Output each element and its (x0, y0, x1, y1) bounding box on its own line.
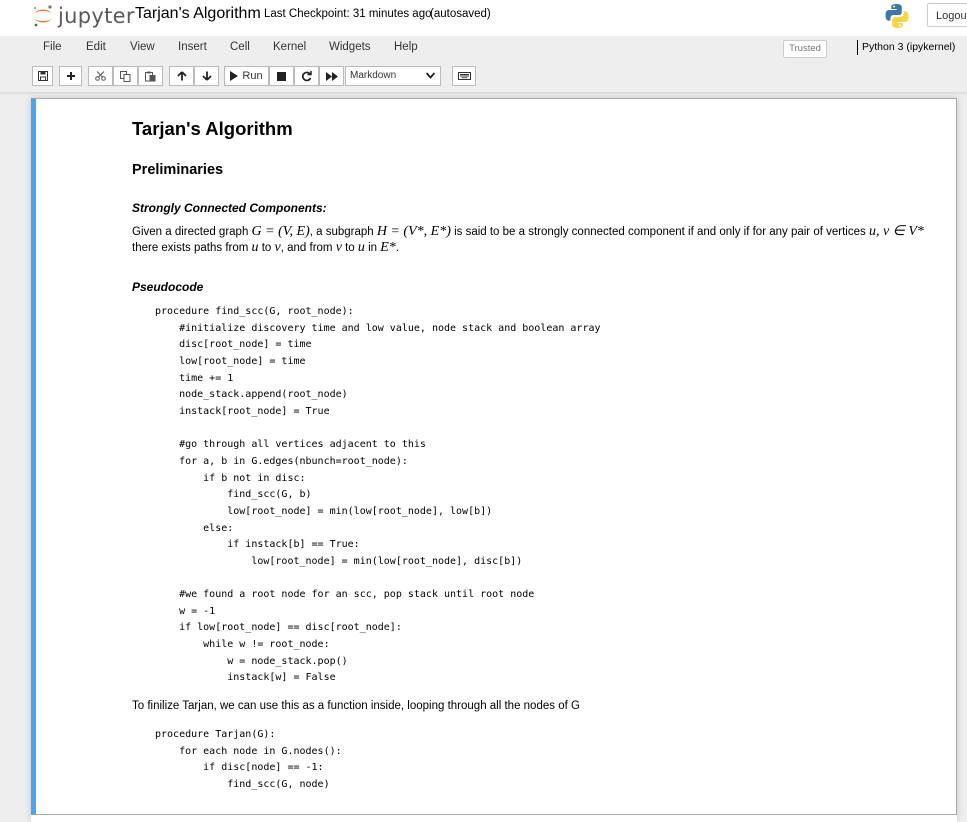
keyboard-icon (457, 72, 471, 80)
cell-type-select[interactable]: Markdown (345, 66, 441, 86)
math-u: u (251, 240, 259, 255)
jupyter-logo-text: jupyter (58, 4, 135, 28)
cut-button[interactable] (88, 66, 113, 86)
move-down-button[interactable] (194, 66, 219, 86)
save-button[interactable] (32, 66, 53, 86)
pseudocode-heading: Pseudocode (132, 280, 204, 294)
finalize-text: To finilize Tarjan, we can use this as a… (132, 700, 580, 712)
menu-edit[interactable]: Edit (86, 41, 106, 53)
definition-text: in (364, 242, 381, 254)
definition-text: , a subgraph (309, 226, 377, 238)
menu-kernel[interactable]: Kernel (273, 41, 306, 53)
python-logo-icon (885, 4, 909, 28)
python-logo (884, 3, 910, 34)
math-graph: G = (V, E) (251, 224, 310, 239)
trusted-indicator[interactable]: Trusted (783, 40, 827, 58)
kernel-name[interactable]: Python 3 (ipykernel) (862, 41, 955, 53)
arrow-up-icon (176, 71, 187, 81)
notebook-title: Tarjan's Algorithm (132, 118, 293, 139)
menu-help[interactable]: Help (394, 41, 418, 53)
command-palette-button[interactable] (452, 66, 476, 86)
definition-text: is said to be a strongly connected compo… (450, 226, 869, 238)
restart-run-all-button[interactable] (319, 66, 344, 86)
scc-heading: Strongly Connected Components: (132, 201, 327, 215)
copy-button[interactable] (113, 66, 138, 86)
checkpoint-status: Last Checkpoint: 31 minutes ago (264, 8, 432, 20)
insert-cell-button[interactable] (59, 66, 82, 86)
definition-text: there exists paths from (132, 242, 252, 254)
math-vertices: u, v ∈ V* (868, 224, 924, 239)
markdown-cell[interactable]: Tarjan's Algorithm Preliminaries Strongl… (31, 98, 957, 815)
jupyter-logo[interactable]: jupyter (32, 2, 135, 30)
definition-text: . (395, 242, 400, 254)
find-scc-pseudocode: procedure find_scc(G, root_node): #initi… (155, 306, 601, 684)
jupyter-logo-icon (33, 5, 52, 27)
menu-file[interactable]: File (43, 41, 62, 53)
definition-text: to (341, 242, 358, 254)
math-edges: E* (380, 240, 396, 255)
restart-icon (301, 70, 312, 81)
save-icon (37, 71, 48, 81)
move-up-button[interactable] (169, 66, 194, 86)
tarjan-pseudocode: procedure Tarjan(G): for each node in G.… (155, 729, 342, 790)
kernel-separator (857, 40, 858, 55)
cut-icon (95, 71, 106, 81)
definition-line-2: there exists paths from u to v, and from… (132, 240, 399, 256)
run-button-label: Run (242, 70, 263, 82)
section-heading: Preliminaries (132, 162, 224, 178)
header-bar: jupyter Tarjan's Algorithm Last Checkpoi… (0, 0, 967, 36)
paste-icon (145, 71, 156, 81)
logout-button[interactable]: Logout (927, 3, 967, 27)
definition-text: , and from (280, 242, 336, 254)
interrupt-button[interactable] (269, 66, 294, 86)
math-subgraph: H = (V*, E*) (376, 224, 451, 239)
paste-button[interactable] (138, 66, 163, 86)
autosave-status: (autosaved) (430, 8, 491, 20)
run-button[interactable]: Run (224, 66, 269, 86)
fast-forward-icon (325, 71, 338, 81)
chevron-down-icon (426, 72, 435, 79)
menu-widgets[interactable]: Widgets (329, 41, 371, 53)
restart-button[interactable] (294, 66, 319, 86)
menu-view[interactable]: View (130, 41, 155, 53)
cell-type-value: Markdown (350, 70, 397, 81)
header-shadow (0, 92, 967, 95)
definition-line-1: Given a directed graph G = (V, E), a sub… (132, 223, 924, 240)
notebook-name[interactable]: Tarjan's Algorithm (135, 5, 261, 23)
run-icon (230, 71, 239, 81)
notebook-bottom (31, 815, 957, 822)
stop-icon (277, 71, 286, 81)
menu-cell[interactable]: Cell (230, 41, 250, 53)
definition-text: Given a directed graph (132, 226, 252, 238)
menu-insert[interactable]: Insert (178, 41, 207, 53)
math-u: u (357, 240, 365, 255)
copy-icon (120, 70, 131, 82)
arrow-down-icon (201, 71, 212, 81)
menubar: File Edit View Insert Cell Kernel Widget… (30, 37, 967, 59)
plus-icon (66, 72, 75, 80)
definition-text: to (258, 242, 275, 254)
